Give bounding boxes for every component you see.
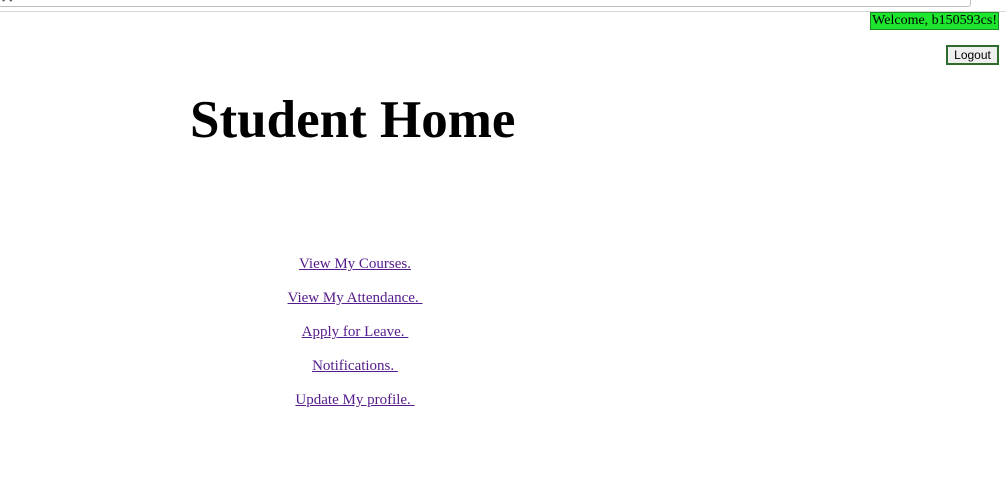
list-item: Apply for Leave. xyxy=(155,324,555,358)
list-item: View My Attendance. xyxy=(155,290,555,324)
list-item: Notifications. xyxy=(155,358,555,392)
update-profile-link[interactable]: Update My profile. xyxy=(295,392,414,408)
browser-address-bar-edge: ▪▪ xyxy=(0,0,971,7)
apply-leave-link[interactable]: Apply for Leave. xyxy=(302,324,409,340)
address-bar-icon: ▪▪ xyxy=(2,0,34,3)
header-divider xyxy=(0,11,1006,12)
list-item: View My Courses. xyxy=(155,256,555,290)
welcome-message: Welcome, b150593cs! xyxy=(870,12,999,30)
notifications-link[interactable]: Notifications. xyxy=(312,358,398,374)
logout-button[interactable]: Logout xyxy=(946,45,999,65)
list-item: Update My profile. xyxy=(155,392,555,426)
view-courses-link[interactable]: View My Courses. xyxy=(299,256,411,272)
page-title: Student Home xyxy=(190,91,516,149)
view-attendance-link[interactable]: View My Attendance. xyxy=(288,290,423,306)
student-menu: View My Courses. View My Attendance. App… xyxy=(155,256,555,426)
